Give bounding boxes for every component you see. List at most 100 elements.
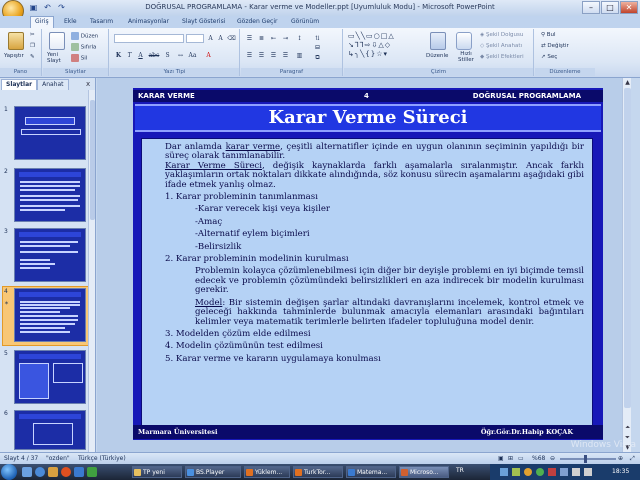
tab-review[interactable]: Gözden Geçir xyxy=(233,17,281,26)
shape-outline-button[interactable]: ◇ Şekil Anahatı xyxy=(480,43,522,49)
slide-thumbnail-4-selected[interactable]: 4 ✶ xyxy=(2,286,90,348)
language[interactable]: Türkçe (Türkiye) xyxy=(78,455,126,462)
slide-scrollbar[interactable]: ▲ ⏶ ⏷ ▼ xyxy=(622,78,631,452)
taskbar-item-yuklem[interactable]: Yüklem... xyxy=(244,466,290,478)
slide-thumbnail-3[interactable]: 3 xyxy=(2,228,90,288)
tab-outline[interactable]: Anahat xyxy=(37,79,69,90)
new-slide-icon[interactable] xyxy=(49,32,65,50)
copy-icon[interactable]: ❐ xyxy=(30,43,35,49)
decrease-indent-icon[interactable]: ⇤ xyxy=(269,34,278,43)
clock[interactable]: 18:35 xyxy=(612,468,629,475)
align-text-icon[interactable]: ⊟ xyxy=(313,43,322,52)
tray-icon[interactable] xyxy=(536,468,544,476)
maximize-button[interactable]: □ xyxy=(601,1,619,14)
word-icon[interactable] xyxy=(74,467,84,477)
replace-button[interactable]: ⇄ Değiştir xyxy=(541,43,569,49)
underline-button[interactable]: A xyxy=(136,51,145,60)
smartart-icon[interactable]: ⧉ xyxy=(313,53,322,62)
shadow-button[interactable]: S xyxy=(163,51,172,60)
taskbar-item-microsoft-powerpoint[interactable]: Microso... xyxy=(399,466,449,478)
align-right-icon[interactable]: ☰ xyxy=(269,51,278,60)
justify-icon[interactable]: ☰ xyxy=(281,51,290,60)
tray-icon[interactable] xyxy=(548,468,556,476)
slide-canvas[interactable]: KARAR VERME 4 DOĞRUSAL PROGRAMLAMA Karar… xyxy=(133,88,603,440)
slideshow-icon[interactable]: ▭ xyxy=(518,455,524,462)
shape-fill-button[interactable]: ◈ Şekil Dolgusu xyxy=(480,32,523,38)
taskbar-item-tp-yeni[interactable]: TP yeni xyxy=(132,466,182,478)
bold-button[interactable]: K xyxy=(114,51,123,60)
tab-slideshow[interactable]: Slayt Gösterisi xyxy=(178,17,229,26)
tray-icon[interactable] xyxy=(560,468,568,476)
slide-thumbnail-1[interactable]: 1 xyxy=(2,106,90,166)
strikethrough-button[interactable]: abc xyxy=(147,51,161,60)
select-button[interactable]: ➚ Seç xyxy=(541,54,557,60)
close-button[interactable]: ✕ xyxy=(620,1,638,14)
font-name-combo[interactable] xyxy=(114,34,184,43)
align-center-icon[interactable]: ☰ xyxy=(257,51,266,60)
delete-button[interactable]: Sil xyxy=(71,54,87,62)
tab-home[interactable]: Giriş xyxy=(30,16,54,28)
tray-icon[interactable] xyxy=(512,468,520,476)
paste-button[interactable]: Yapıştır xyxy=(4,53,24,59)
prev-slide-icon[interactable]: ⏶ xyxy=(623,423,632,432)
slide-title[interactable]: Karar Verme Süreci xyxy=(135,104,601,132)
columns-icon[interactable]: ▥ xyxy=(295,51,304,60)
taskbar-item-turktor[interactable]: TurkTor... xyxy=(293,466,343,478)
tray-icon[interactable] xyxy=(524,468,532,476)
show-desktop-icon[interactable] xyxy=(22,467,32,477)
slide-thumbnail-2[interactable]: 2 xyxy=(2,168,90,228)
shrink-font-icon[interactable]: A xyxy=(216,34,225,43)
start-button[interactable] xyxy=(1,464,17,480)
tab-animations[interactable]: Animasyonlar xyxy=(124,17,173,26)
line-spacing-icon[interactable]: ↕ xyxy=(295,34,304,43)
language-indicator[interactable]: TR xyxy=(456,467,464,474)
zoom-out-icon[interactable]: ⊖ xyxy=(550,455,555,462)
italic-button[interactable]: T xyxy=(125,51,134,60)
arrange-icon[interactable] xyxy=(430,32,446,50)
slide-body-textbox[interactable]: Dar anlamda karar verme, çeşitli alterna… xyxy=(141,138,593,428)
excel-icon[interactable] xyxy=(87,467,97,477)
find-button[interactable]: ⚲ Bul xyxy=(541,32,556,38)
slide-sorter-icon[interactable]: ⊞ xyxy=(508,455,513,462)
volume-icon[interactable] xyxy=(584,468,592,476)
font-color-icon[interactable]: A xyxy=(204,51,213,60)
zoom-slider[interactable] xyxy=(560,455,616,463)
minimize-button[interactable]: – xyxy=(582,1,600,14)
tab-insert[interactable]: Ekle xyxy=(60,17,81,26)
layout-button[interactable]: Düzen xyxy=(71,32,98,40)
pane-close-icon[interactable]: x xyxy=(86,80,90,88)
zoom-level[interactable]: %68 xyxy=(532,455,545,462)
slide-thumbnail-5[interactable]: 5 xyxy=(2,350,90,410)
thumbnail-scrollbar[interactable] xyxy=(88,90,95,452)
reset-button[interactable]: Sıfırla xyxy=(71,43,96,51)
shapes-gallery[interactable]: ▭╲╲▭○□△ ↘⅂⅂⇨⇩△◇ ↳╮╲{}☆▾ xyxy=(348,32,418,62)
ie-icon[interactable] xyxy=(35,467,45,477)
bullets-icon[interactable]: ☰ xyxy=(245,34,254,43)
fit-window-icon[interactable]: ⤢ xyxy=(630,455,635,463)
clear-format-icon[interactable]: ⌫ xyxy=(227,34,236,43)
format-painter-icon[interactable]: ✎ xyxy=(30,54,35,60)
zoom-in-icon[interactable]: ⊕ xyxy=(618,455,623,462)
network-icon[interactable] xyxy=(572,468,580,476)
folder-icon[interactable] xyxy=(48,467,58,477)
change-case-icon[interactable]: Aa xyxy=(188,51,197,60)
taskbar-item-matema[interactable]: Matema... xyxy=(346,466,396,478)
quick-styles-icon[interactable] xyxy=(456,32,472,50)
firefox-icon[interactable] xyxy=(61,467,71,477)
increase-indent-icon[interactable]: ⇥ xyxy=(281,34,290,43)
quick-styles-button[interactable]: Hızlı Stiller xyxy=(454,51,478,63)
new-slide-button[interactable]: Yeni Slayt xyxy=(47,52,67,64)
text-direction-icon[interactable]: ⇅ xyxy=(313,34,322,43)
tab-view[interactable]: Görünüm xyxy=(287,17,323,26)
shape-effects-button[interactable]: ◆ Şekil Efektleri xyxy=(480,54,524,60)
scroll-thumb[interactable] xyxy=(624,88,631,408)
align-left-icon[interactable]: ☰ xyxy=(245,51,254,60)
paste-icon[interactable] xyxy=(8,32,24,50)
scroll-thumb[interactable] xyxy=(90,100,95,220)
arrange-button[interactable]: Düzenle xyxy=(426,53,448,59)
font-size-combo[interactable] xyxy=(186,34,204,43)
normal-view-icon[interactable]: ▣ xyxy=(498,455,504,462)
tab-slides[interactable]: Slaytlar xyxy=(1,79,38,90)
numbering-icon[interactable]: ≣ xyxy=(257,34,266,43)
tray-icon[interactable] xyxy=(500,468,508,476)
